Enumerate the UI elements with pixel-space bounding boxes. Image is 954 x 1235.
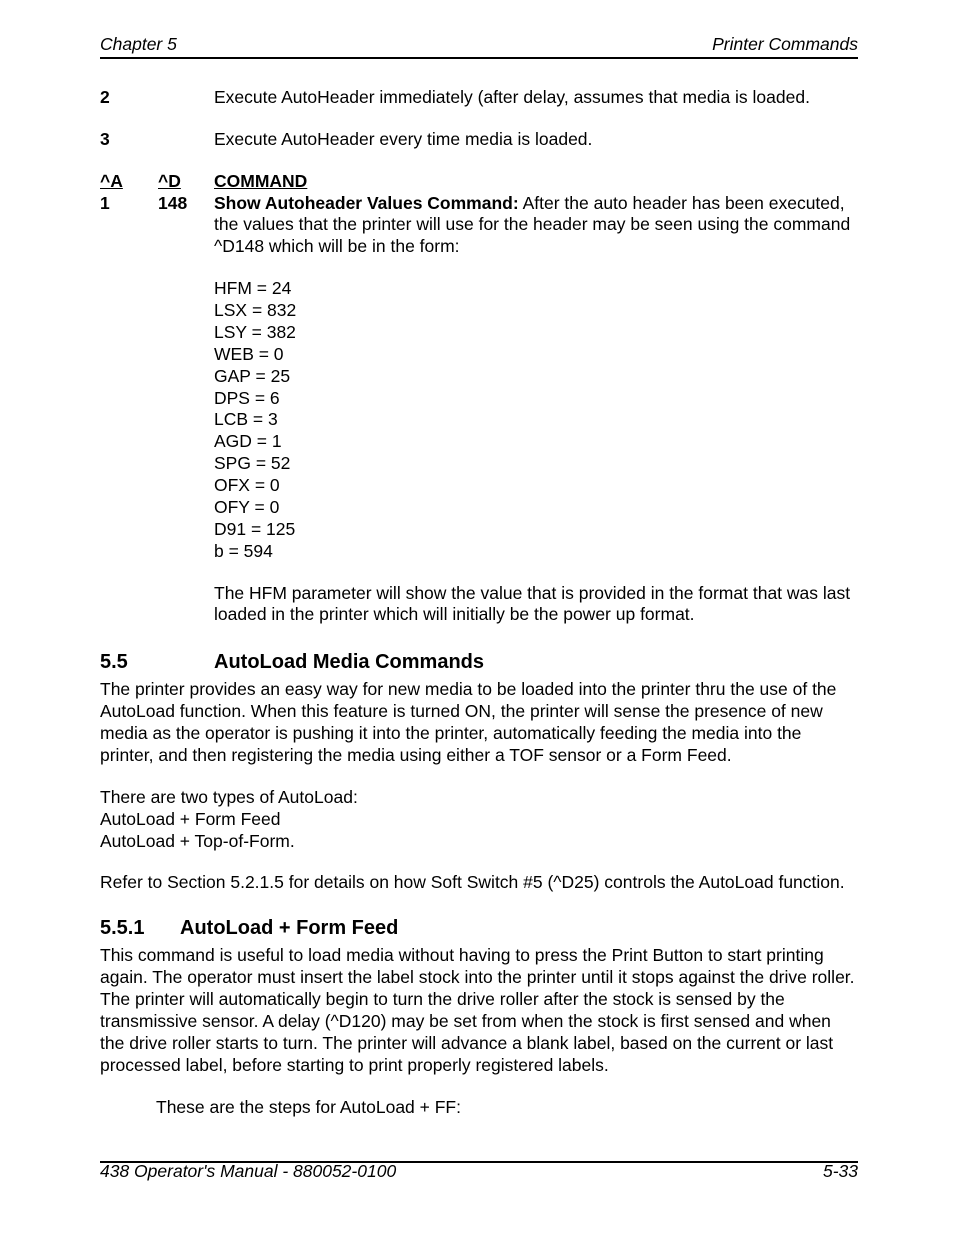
value-line: HFM = 24 — [214, 278, 858, 300]
command-row: 1 148 Show Autoheader Values Command: Af… — [100, 193, 858, 259]
text-line: There are two types of AutoLoad: — [100, 787, 358, 807]
value-line: LSY = 382 — [214, 322, 858, 344]
subsection-heading: 5.5.1 AutoLoad + Form Feed — [100, 916, 858, 941]
value-line: AGD = 1 — [214, 431, 858, 453]
section-title: AutoLoad Media Commands — [214, 650, 484, 675]
autoheader-values-list: HFM = 24 LSX = 832 LSY = 382 WEB = 0 GAP… — [214, 278, 858, 562]
option-text: Execute AutoHeader every time media is l… — [214, 129, 858, 151]
option-row: 3 Execute AutoHeader every time media is… — [100, 129, 858, 151]
value-d: 148 — [158, 193, 214, 259]
command-note: The HFM parameter will show the value th… — [214, 583, 858, 627]
option-number: 3 — [100, 129, 214, 151]
section-number: 5.5 — [100, 650, 214, 675]
value-line: WEB = 0 — [214, 344, 858, 366]
option-row: 2 Execute AutoHeader immediately (after … — [100, 87, 858, 109]
footer-manual-title: 438 Operator's Manual - 880052-0100 — [100, 1161, 396, 1183]
paragraph: There are two types of AutoLoad: AutoLoa… — [100, 787, 858, 853]
paragraph: Refer to Section 5.2.1.5 for details on … — [100, 872, 858, 894]
value-line: LSX = 832 — [214, 300, 858, 322]
value-line: SPG = 52 — [214, 453, 858, 475]
value-line: D91 = 125 — [214, 519, 858, 541]
text-line: AutoLoad + Top-of-Form. — [100, 831, 295, 851]
value-line: DPS = 6 — [214, 388, 858, 410]
section-heading: 5.5 AutoLoad Media Commands — [100, 650, 858, 675]
value-line: OFX = 0 — [214, 475, 858, 497]
option-number: 2 — [100, 87, 214, 109]
column-command-header: COMMAND — [214, 171, 858, 193]
header-chapter: Chapter 5 — [100, 34, 177, 56]
page-footer: 438 Operator's Manual - 880052-0100 5-33 — [100, 1161, 858, 1183]
subsection-title: AutoLoad + Form Feed — [180, 916, 398, 941]
value-line: b = 594 — [214, 541, 858, 563]
value-line: GAP = 25 — [214, 366, 858, 388]
value-line: OFY = 0 — [214, 497, 858, 519]
page: Chapter 5 Printer Commands 2 Execute Aut… — [0, 0, 954, 1235]
command-title: Show Autoheader Values Command: — [214, 193, 519, 213]
body-content: 2 Execute AutoHeader immediately (after … — [100, 87, 858, 1119]
page-header: Chapter 5 Printer Commands — [100, 34, 858, 59]
paragraph: The printer provides an easy way for new… — [100, 679, 858, 767]
paragraph: This command is useful to load media wit… — [100, 945, 858, 1076]
option-text: Execute AutoHeader immediately (after de… — [214, 87, 858, 109]
text-line: AutoLoad + Form Feed — [100, 809, 280, 829]
footer-page-number: 5-33 — [823, 1161, 858, 1183]
subsection-number: 5.5.1 — [100, 916, 180, 941]
header-section: Printer Commands — [712, 34, 858, 56]
command-description: Show Autoheader Values Command: After th… — [214, 193, 858, 259]
column-d-header: ^D — [158, 171, 214, 193]
steps-intro: These are the steps for AutoLoad + FF: — [156, 1097, 858, 1119]
command-header-row: ^A ^D COMMAND — [100, 171, 858, 193]
value-line: LCB = 3 — [214, 409, 858, 431]
command-block: ^A ^D COMMAND 1 148 Show Autoheader Valu… — [100, 171, 858, 259]
column-a-header: ^A — [100, 171, 158, 193]
value-a: 1 — [100, 193, 158, 259]
